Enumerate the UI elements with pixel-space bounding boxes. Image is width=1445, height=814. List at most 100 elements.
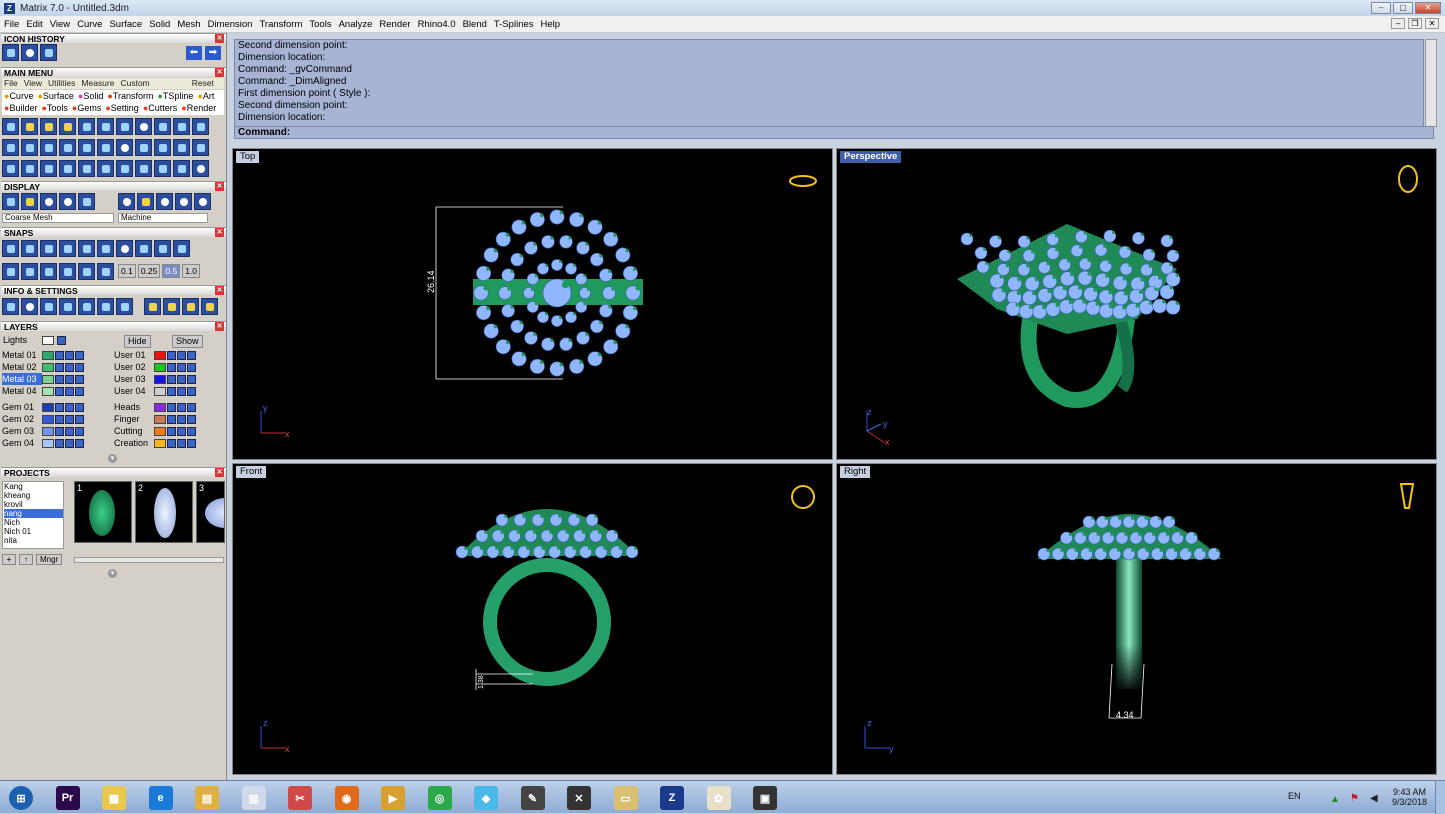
start-orb[interactable]: ⊞ [6, 784, 36, 812]
visible-icon[interactable] [65, 438, 74, 448]
menu-tsplines[interactable]: T-Splines [494, 19, 534, 30]
layer-color-swatch[interactable] [154, 350, 166, 360]
lock-icon[interactable] [167, 414, 176, 424]
material-icon[interactable] [156, 193, 173, 210]
tab-art[interactable]: ●Art [197, 90, 214, 102]
tab-builder[interactable]: ●Builder [4, 102, 37, 114]
layer-color-swatch[interactable] [154, 386, 166, 396]
snap-tan-icon[interactable] [135, 240, 152, 257]
tab-gems[interactable]: ●Gems [72, 102, 101, 114]
show-button[interactable]: Show [172, 335, 203, 348]
visible-icon[interactable] [65, 362, 74, 372]
tool-icon[interactable] [135, 160, 152, 177]
snap-value-0-5[interactable]: 0.5 [162, 264, 181, 278]
export-icon[interactable] [201, 298, 218, 315]
lock-icon[interactable] [167, 438, 176, 448]
layer-row[interactable]: Metal 03 [2, 373, 106, 385]
properties-icon[interactable] [59, 298, 76, 315]
add-project-button[interactable]: + [2, 554, 16, 565]
lock-icon[interactable] [55, 438, 64, 448]
options-icon[interactable] [97, 298, 114, 315]
media-icon[interactable]: ▶ [378, 784, 408, 812]
ortho-icon[interactable] [21, 263, 38, 280]
menu-mesh[interactable]: Mesh [177, 19, 200, 30]
close-button[interactable]: ✕ [1415, 2, 1441, 14]
history-tool-icon[interactable] [21, 44, 38, 61]
snap-value-0-1[interactable]: 0.1 [118, 264, 136, 278]
menu-rhino[interactable]: Rhino4.0 [418, 19, 456, 30]
lock-icon[interactable] [55, 386, 64, 396]
calculator-icon[interactable]: ▥ [239, 784, 269, 812]
tool-icon[interactable] [116, 118, 133, 135]
visible-icon[interactable] [177, 362, 186, 372]
menu-file[interactable]: File [4, 19, 19, 30]
tool-icon[interactable] [135, 139, 152, 156]
lock-icon[interactable] [57, 336, 67, 346]
premiere-icon[interactable]: Pr [53, 784, 83, 812]
menu-analyze[interactable]: Analyze [339, 19, 373, 30]
matrix-icon[interactable]: Z [657, 784, 687, 812]
lock-icon[interactable] [167, 374, 176, 384]
project-thumb-2[interactable]: 2 [135, 481, 193, 543]
close-icon[interactable]: ✕ [215, 286, 224, 295]
tool-icon[interactable] [154, 160, 171, 177]
menu-transform[interactable]: Transform [259, 19, 302, 30]
viewport-top[interactable]: Top 26.14 y x [232, 148, 833, 460]
close-icon[interactable]: ✕ [215, 322, 224, 331]
rhino-icon[interactable]: ▣ [750, 784, 780, 812]
zbrush-icon[interactable]: ✕ [564, 784, 594, 812]
layer-color-swatch[interactable] [42, 402, 54, 412]
visible-icon[interactable] [65, 414, 74, 424]
snap-value-0-25[interactable]: 0.25 [137, 264, 161, 278]
layer-color-swatch[interactable] [42, 414, 54, 424]
project-item[interactable]: krovil [4, 500, 63, 509]
material-icon[interactable] [137, 193, 154, 210]
tab-custom[interactable]: Custom [120, 78, 149, 89]
tool-icon[interactable] [135, 118, 152, 135]
layer-row[interactable]: Creation [114, 437, 220, 449]
close-icon[interactable]: ✕ [215, 228, 224, 237]
tab-view[interactable]: View [24, 78, 42, 89]
select-icon[interactable] [187, 362, 196, 372]
menu-solid[interactable]: Solid [149, 19, 170, 30]
tab-cutters[interactable]: ●Cutters [143, 102, 177, 114]
display-icon[interactable] [78, 193, 95, 210]
select-icon[interactable] [75, 438, 84, 448]
export-icon[interactable] [144, 298, 161, 315]
eraser-icon[interactable]: ◆ [471, 784, 501, 812]
layer-color-swatch[interactable] [42, 438, 54, 448]
tool-icon[interactable] [40, 118, 57, 135]
layer-color-swatch[interactable] [42, 362, 54, 372]
snap-int-icon[interactable] [97, 240, 114, 257]
select-icon[interactable] [75, 414, 84, 424]
tool-icon[interactable] [192, 160, 209, 177]
render-icon[interactable] [59, 193, 76, 210]
tool-icon[interactable] [173, 118, 190, 135]
lock-icon[interactable] [55, 426, 64, 436]
export-icon[interactable] [182, 298, 199, 315]
visible-icon[interactable] [177, 374, 186, 384]
close-icon[interactable]: ✕ [215, 182, 224, 191]
visible-icon[interactable] [177, 386, 186, 396]
viewport-right[interactable]: Right 4.34 z y [836, 463, 1437, 775]
command-scrollbar[interactable] [1425, 39, 1437, 127]
search-icon[interactable] [21, 298, 38, 315]
snap-end-icon[interactable] [2, 240, 19, 257]
clock[interactable]: 9:43 AM 9/3/2018 [1392, 787, 1427, 807]
manager-button[interactable]: Mngr [36, 554, 63, 565]
lock-icon[interactable] [167, 362, 176, 372]
hide-button[interactable]: Hide [124, 335, 151, 348]
tool-icon[interactable] [21, 160, 38, 177]
tool-icon[interactable] [21, 118, 38, 135]
select-icon[interactable] [187, 414, 196, 424]
wireframe-icon[interactable] [2, 193, 19, 210]
tool-icon[interactable] [192, 118, 209, 135]
command-input[interactable]: Command: [234, 126, 1434, 139]
layer-color-swatch[interactable] [42, 426, 54, 436]
layer-color-swatch[interactable] [154, 438, 166, 448]
language-indicator[interactable]: EN [1288, 791, 1301, 801]
lock-icon[interactable] [55, 414, 64, 424]
layer-row[interactable]: Finger [114, 413, 220, 425]
layer-color-swatch[interactable] [154, 362, 166, 372]
history-tool-icon[interactable] [40, 44, 57, 61]
